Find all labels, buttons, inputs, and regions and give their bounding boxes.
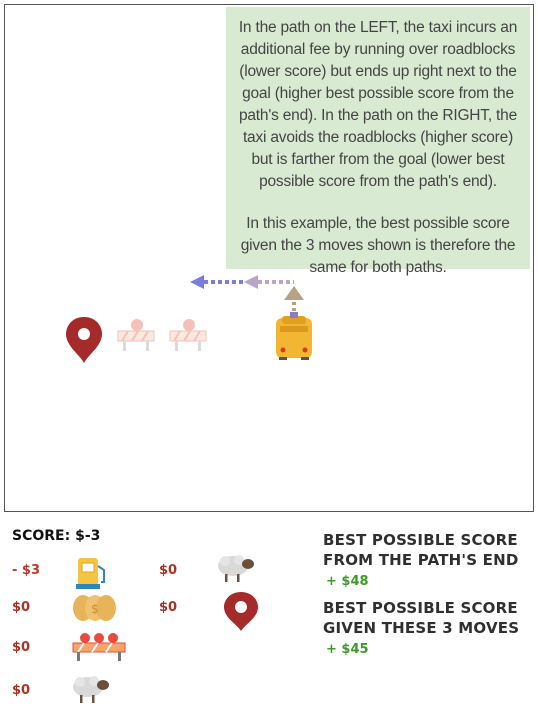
goal-cost: $0 [159,600,178,615]
best-from-end-value: + $48 [326,574,369,589]
best-given-line2: GIVEN THESE 3 MOVES [323,619,520,637]
path-arrow-up [284,286,304,316]
roadblock-icon [169,319,207,351]
taxi-icon [276,312,312,360]
sheep-left-cost: $0 [12,683,31,698]
sheep-icon [218,555,254,582]
roadblock-cost: $0 [12,640,31,655]
best-given-heading: BEST POSSIBLE SCORE GIVEN THESE 3 MOVES [323,598,519,638]
best-from-end-line1: BEST POSSIBLE SCORE [323,531,518,549]
svg-text:$: $ [91,602,99,616]
gas-pump-icon [76,558,105,589]
map-pin-icon [66,317,102,363]
map-pin-icon [224,592,258,631]
sheep-icon [73,676,109,703]
sheep-right-cost: $0 [159,563,178,578]
board-graphics [66,275,312,363]
best-from-end-heading: BEST POSSIBLE SCORE FROM THE PATH'S END [323,530,518,570]
best-given-value: + $45 [326,642,369,657]
score-label: SCORE: $-3 [12,528,101,544]
coins-cost: $0 [12,600,31,615]
roadblock-icon [72,633,126,661]
gas-cost: - $3 [12,563,41,578]
roadblock-icon [117,319,155,351]
coins-icon: $ [73,595,116,621]
path-arrow-left [190,275,244,289]
best-from-end-line2: FROM THE PATH'S END [323,551,519,569]
path-arrow-right [244,275,294,289]
best-given-line1: BEST POSSIBLE SCORE [323,599,518,617]
